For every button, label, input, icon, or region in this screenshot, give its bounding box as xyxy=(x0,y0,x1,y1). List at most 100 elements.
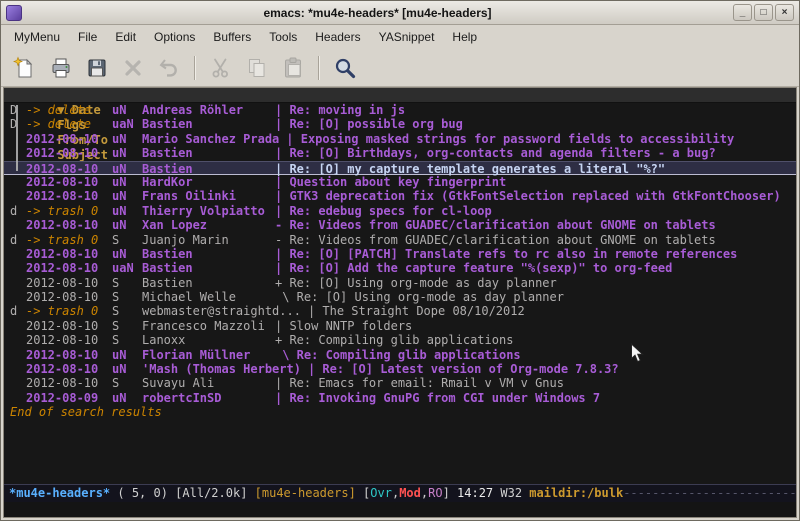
flags-cell: uN xyxy=(112,132,142,146)
message-row[interactable]: d-> trash 0SJuanjo Marin- Re: Videos fro… xyxy=(4,233,796,247)
message-row[interactable]: 2012-08-10SSuvayu Ali| Re: Emacs for ema… xyxy=(4,376,796,390)
message-row[interactable]: 2012-08-10uN'Mash (Thomas Herbert)| Re: … xyxy=(4,362,796,376)
echo-area[interactable] xyxy=(4,502,796,517)
date-cell: 2012-08-10 xyxy=(26,247,112,261)
date-cell: 2012-08-10 xyxy=(26,348,112,362)
date-cell: 2012-08-10 xyxy=(26,175,112,189)
print-icon[interactable] xyxy=(45,53,77,83)
mode-line[interactable]: *mu4e-headers* ( 5, 0) [All/2.0k] [mu4e-… xyxy=(4,484,796,502)
window-title: emacs: *mu4e-headers* [mu4e-headers] xyxy=(24,6,731,20)
mark-cell: d xyxy=(10,233,26,247)
subject-cell: | Re: [O] Add the capture feature "%(sex… xyxy=(275,261,672,275)
buffer-frame: ▼ Date Flgs From/To Subject D-> deleteuN… xyxy=(3,87,797,518)
from-cell: Michael Welle xyxy=(142,290,275,304)
menu-item-yasnippet[interactable]: YASnippet xyxy=(370,27,444,47)
message-row[interactable]: 2012-08-10uNBastien| Re: [O] [PATCH] Tra… xyxy=(4,247,796,261)
minimize-icon[interactable]: _ xyxy=(733,4,752,21)
menu-item-options[interactable]: Options xyxy=(145,27,204,47)
date-cell: 2012-08-10 xyxy=(26,146,112,160)
save-icon[interactable] xyxy=(81,53,113,83)
flags-cell: uaN xyxy=(112,117,142,131)
message-row[interactable]: 2012-08-10SLanoxx+ Re: Compiling glib ap… xyxy=(4,333,796,347)
message-row[interactable]: 2012-08-10SMichael Welle \ Re: [O] Using… xyxy=(4,290,796,304)
date-cell: 2012-08-10 xyxy=(26,132,112,146)
message-list: D-> deleteuNAndreas Röhler| Re: moving i… xyxy=(4,103,796,405)
from-cell: Florian Müllner xyxy=(142,348,275,362)
message-row[interactable]: 2012-08-10uNXan Lopez- Re: Videos from G… xyxy=(4,218,796,232)
flags-cell: uN xyxy=(112,175,142,189)
subject-cell: | GTK3 deprecation fix (GtkFontSelection… xyxy=(275,189,781,203)
close-icon[interactable]: × xyxy=(775,4,794,21)
subject-cell: \ Re: [O] Using org-mode as day planner xyxy=(275,290,564,304)
from-cell: 'Mash (Thomas Herbert) xyxy=(142,362,308,376)
subject-cell: | Re: [O] Latest version of Org-mode 7.8… xyxy=(308,362,619,376)
modeline-segment-ro: RO xyxy=(428,486,442,500)
message-row[interactable]: 2012-08-10uaNBastien| Re: [O] Add the ca… xyxy=(4,261,796,275)
subject-cell: | The Straight Dope 08/10/2012 xyxy=(308,304,525,318)
message-row[interactable]: 2012-08-10uNHardKor| Question about key … xyxy=(4,175,796,189)
flags-cell: uaN xyxy=(112,261,142,275)
header-line: ▼ Date Flgs From/To Subject xyxy=(4,88,796,103)
message-row[interactable]: D-> deleteuaNBastien| Re: [O] possible o… xyxy=(4,117,796,131)
flags-cell: uN xyxy=(112,247,142,261)
subject-cell: - Re: Videos from GUADEC/clarification a… xyxy=(275,218,716,232)
message-row[interactable]: d-> trash 0Swebmaster@straightd...| The … xyxy=(4,304,796,318)
search-icon[interactable] xyxy=(329,53,361,83)
message-row-current[interactable]: 2012-08-10uNBastien| Re: [O] my capture … xyxy=(4,161,796,175)
message-row[interactable]: 2012-08-09uNrobertcInSD| Re: Invoking Gn… xyxy=(4,391,796,405)
menu-item-help[interactable]: Help xyxy=(443,27,486,47)
modeline-segment-mod: Mod xyxy=(399,486,421,500)
menu-item-buffers[interactable]: Buffers xyxy=(204,27,260,47)
paste-icon xyxy=(277,53,309,83)
date-cell: 2012-08-10 xyxy=(26,376,112,390)
menu-item-mymenu[interactable]: MyMenu xyxy=(5,27,69,47)
message-row[interactable]: D-> deleteuNAndreas Röhler| Re: moving i… xyxy=(4,103,796,117)
scrollbar-thumb[interactable] xyxy=(16,105,18,171)
date-cell: 2012-08-10 xyxy=(26,290,112,304)
flags-cell: S xyxy=(112,233,142,247)
menu-item-file[interactable]: File xyxy=(69,27,106,47)
toolbar xyxy=(1,49,799,87)
menu-item-headers[interactable]: Headers xyxy=(306,27,369,47)
mark-cell: D xyxy=(10,103,26,117)
date-cell: 2012-08-10 xyxy=(26,162,112,176)
modeline-segment-minor: [mu4e-headers] xyxy=(255,486,363,500)
mark-target-cell: -> trash 0 xyxy=(26,304,112,318)
menu-item-edit[interactable]: Edit xyxy=(106,27,145,47)
end-of-results-text: End of search results xyxy=(4,405,796,420)
subject-cell: | Re: edebug specs for cl-loop xyxy=(275,204,492,218)
flags-cell: uN xyxy=(112,103,142,117)
mark-target-cell: -> trash 0 xyxy=(26,204,112,218)
from-cell: Frans Oilinki xyxy=(142,189,275,203)
from-cell: Bastien xyxy=(142,261,275,275)
date-cell: 2012-08-09 xyxy=(26,391,112,405)
maximize-icon[interactable]: □ xyxy=(754,4,773,21)
menu-bar: MyMenuFileEditOptionsBuffersToolsHeaders… xyxy=(1,25,799,49)
copy-icon xyxy=(241,53,273,83)
modeline-segment-time: 14:27 xyxy=(457,486,500,500)
from-cell: Bastien xyxy=(142,146,275,160)
cut-icon xyxy=(205,53,237,83)
from-cell: Suvayu Ali xyxy=(142,376,275,390)
modeline-segment-plain: ( 5, 0) xyxy=(117,486,175,500)
date-cell: 2012-08-10 xyxy=(26,333,112,347)
subject-cell: | Re: Emacs for email: Rmail v VM v Gnus xyxy=(275,376,564,390)
subject-cell: | Exposing masked strings for password f… xyxy=(286,132,734,146)
message-row[interactable]: 2012-08-10uNMario Sanchez Prada| Exposin… xyxy=(4,132,796,146)
message-row[interactable]: 2012-08-10SFrancesco Mazzoli| Slow NNTP … xyxy=(4,319,796,333)
mark-target-cell: -> trash 0 xyxy=(26,233,112,247)
message-row[interactable]: 2012-08-10uNFlorian Müllner \ Re: Compil… xyxy=(4,348,796,362)
from-cell: Xan Lopez xyxy=(142,218,275,232)
message-row[interactable]: 2012-08-10uNBastien| Re: [O] Birthdays, … xyxy=(4,146,796,160)
menu-item-tools[interactable]: Tools xyxy=(260,27,306,47)
message-row[interactable]: 2012-08-10SBastien+ Re: [O] Using org-mo… xyxy=(4,276,796,290)
title-bar[interactable]: emacs: *mu4e-headers* [mu4e-headers] _ □… xyxy=(1,1,799,25)
from-cell: Bastien xyxy=(142,276,275,290)
emacs-app-icon[interactable] xyxy=(6,5,22,21)
message-row[interactable]: d-> trash 0uNThierry Volpiatto| Re: edeb… xyxy=(4,204,796,218)
modeline-segment-buffer: *mu4e-headers* xyxy=(9,486,117,500)
message-row[interactable]: 2012-08-10uNFrans Oilinki| GTK3 deprecat… xyxy=(4,189,796,203)
from-cell: Andreas Röhler xyxy=(142,103,275,117)
from-cell: Bastien xyxy=(142,117,275,131)
new-file-icon[interactable] xyxy=(9,53,41,83)
